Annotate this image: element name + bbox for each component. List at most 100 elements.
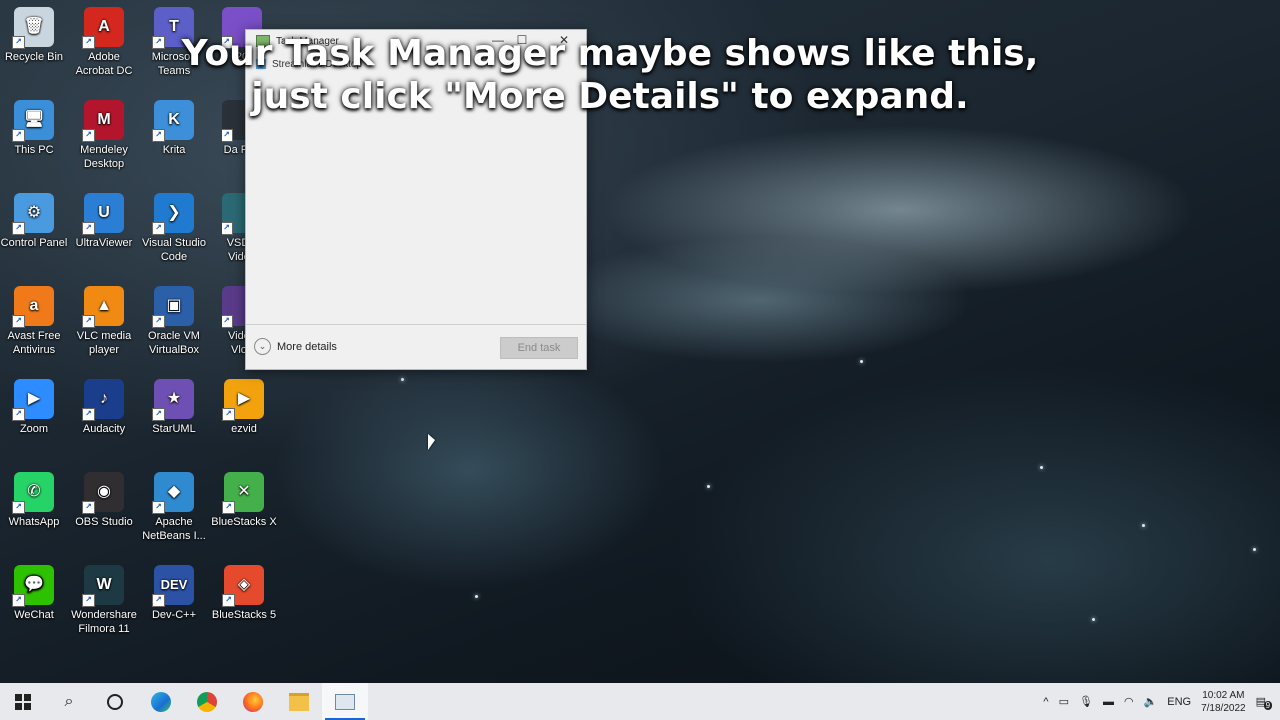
desktop-shortcut[interactable]: ▶ ↗ Zoom (0, 379, 68, 436)
shortcut-arrow-icon: ↗ (222, 501, 235, 514)
shortcut-arrow-icon: ↗ (82, 408, 95, 421)
shortcut-arrow-icon: ↗ (152, 501, 165, 514)
desktop-shortcut-label: UltraViewer (75, 237, 133, 249)
shortcut-arrow-icon: ↗ (82, 129, 95, 142)
shortcut-arrow-icon: ↗ (12, 222, 25, 235)
desktop-shortcut-label: BlueStacks 5 (211, 609, 277, 621)
obs-icon: ◉ ↗ (82, 472, 124, 514)
desktop-shortcut[interactable]: ◈ ↗ BlueStacks 5 (210, 565, 278, 622)
shortcut-arrow-icon: ↗ (82, 594, 95, 607)
virtualbox-icon: ▣ ↗ (152, 286, 194, 328)
chevron-up-icon[interactable]: ^ (1043, 696, 1048, 708)
edge-taskbar-button[interactable] (138, 683, 184, 720)
ezvid-icon: ▶ ↗ (222, 379, 264, 421)
star (401, 378, 404, 381)
desktop-shortcut[interactable]: ★ ↗ StarUML (140, 379, 208, 436)
desktop-shortcut[interactable]: ◆ ↗ Apache NetBeans I... (140, 472, 208, 543)
shortcut-arrow-icon: ↗ (12, 129, 25, 142)
search-button[interactable]: ⌕ (46, 683, 92, 720)
desktop-shortcut-label: Control Panel (0, 237, 68, 249)
desktop-shortcut[interactable]: U ↗ UltraViewer (70, 193, 138, 250)
shortcut-arrow-icon: ↗ (222, 129, 233, 142)
star (1142, 524, 1145, 527)
desktop-shortcut-label: Zoom (19, 423, 49, 435)
desktop-shortcut-label: StarUML (152, 423, 196, 435)
bluestacks-x-icon: ✕ ↗ (222, 472, 264, 514)
desktop-shortcut[interactable]: ♪ ↗ Audacity (70, 379, 138, 436)
shortcut-arrow-icon: ↗ (152, 129, 165, 142)
caption-line-2: just click "More Details" to expand. (251, 76, 969, 117)
devcpp-icon: DEV ↗ (152, 565, 194, 607)
control-panel-icon: ⚙ ↗ (12, 193, 54, 235)
edge-icon (151, 691, 171, 712)
desktop-shortcut-label: WeChat (14, 609, 54, 621)
volume-icon[interactable]: 🔈 (1144, 695, 1158, 708)
zoom-icon: ▶ ↗ (12, 379, 54, 421)
clock-date: 7/18/2022 (1201, 702, 1246, 714)
desktop-shortcut-label: VLC media player (76, 330, 132, 356)
task-view-icon (107, 693, 123, 710)
file-explorer-taskbar-button[interactable] (276, 683, 322, 720)
desktop-shortcut[interactable]: ❯ ↗ Visual Studio Code (140, 193, 208, 264)
desktop-shortcut[interactable]: ▲ ↗ VLC media player (70, 286, 138, 357)
desktop-shortcut[interactable]: DEV ↗ Dev-C++ (140, 565, 208, 622)
wechat-icon: 💬 ↗ (12, 565, 54, 607)
end-task-button[interactable]: End task (500, 337, 578, 359)
system-tray: ^ ▭ 🎙 ▬ ◠ 🔈 ENG 10:02 AM 7/18/2022 ▤ 9 (1043, 683, 1280, 720)
shortcut-arrow-icon: ↗ (152, 594, 165, 607)
desktop-shortcut-label: This PC (14, 144, 54, 156)
chrome-icon (197, 691, 217, 712)
chevron-down-icon: ⌄ (254, 338, 271, 355)
shortcut-arrow-icon: ↗ (12, 594, 25, 607)
shortcut-arrow-icon: ↗ (12, 408, 25, 421)
meet-now-icon[interactable]: ▭ (1059, 695, 1069, 708)
desktop-shortcut[interactable]: 💬 ↗ WeChat (0, 565, 68, 622)
desktop-shortcut[interactable]: a ↗ Avast Free Antivirus (0, 286, 68, 357)
desktop-shortcut-label: WhatsApp (8, 516, 60, 528)
desktop-shortcut[interactable]: ▶ ↗ ezvid (210, 379, 278, 436)
vlc-icon: ▲ ↗ (82, 286, 124, 328)
whatsapp-icon: ✆ ↗ (12, 472, 54, 514)
language-indicator[interactable]: ENG (1167, 696, 1191, 708)
notification-center-button[interactable]: ▤ 9 (1256, 695, 1273, 710)
star (1040, 466, 1043, 469)
more-details-button[interactable]: ⌄ More details (254, 338, 337, 355)
desktop-shortcut-label: BlueStacks X (211, 516, 277, 528)
desktop-shortcut-label: ezvid (231, 423, 257, 435)
desktop-shortcut-label: Audacity (82, 423, 126, 435)
task-manager-taskbar-button[interactable] (322, 683, 368, 720)
shortcut-arrow-icon: ↗ (12, 315, 25, 328)
star (707, 485, 710, 488)
desktop-shortcut[interactable]: ▣ ↗ Oracle VM VirtualBox (140, 286, 208, 357)
clock[interactable]: 10:02 AM 7/18/2022 (1201, 689, 1246, 715)
shortcut-arrow-icon: ↗ (82, 222, 95, 235)
desktop-shortcut[interactable]: W ↗ Wondershare Filmora 11 (70, 565, 138, 636)
microphone-icon[interactable]: 🎙 (1079, 695, 1093, 708)
search-icon: ⌕ (64, 692, 74, 710)
desktop-shortcut-label: Apache NetBeans I... (142, 516, 206, 542)
shortcut-arrow-icon: ↗ (222, 408, 235, 421)
desktop-shortcut-label: OBS Studio (75, 516, 133, 528)
battery-icon[interactable]: ▬ (1103, 696, 1114, 708)
desktop-shortcut-label: Krita (162, 144, 186, 156)
star (1253, 548, 1256, 551)
task-manager-footer: ⌄ More details End task (246, 324, 586, 369)
more-details-label: More details (277, 340, 337, 353)
firefox-icon (243, 691, 263, 712)
netbeans-icon: ◆ ↗ (152, 472, 194, 514)
start-button[interactable] (0, 683, 46, 720)
task-view-button[interactable] (92, 683, 138, 720)
firefox-taskbar-button[interactable] (230, 683, 276, 720)
ultraviewer-icon: U ↗ (82, 193, 124, 235)
desktop-shortcut[interactable]: ✆ ↗ WhatsApp (0, 472, 68, 529)
taskbar: ⌕ ^ ▭ 🎙 ▬ ◠ 🔈 ENG 10:02 AM 7/18/2022 ▤ 9 (0, 683, 1280, 720)
desktop-shortcut[interactable]: ◉ ↗ OBS Studio (70, 472, 138, 529)
desktop-shortcut[interactable]: ✕ ↗ BlueStacks X (210, 472, 278, 529)
caption-line-1: Your Task Manager maybe shows like this, (181, 33, 1039, 74)
chrome-taskbar-button[interactable] (184, 683, 230, 720)
wifi-icon[interactable]: ◠ (1124, 695, 1134, 708)
notification-count: 9 (1263, 701, 1273, 710)
filmora-icon: W ↗ (82, 565, 124, 607)
desktop-shortcut-label: Visual Studio Code (141, 237, 206, 263)
desktop-shortcut[interactable]: ⚙ ↗ Control Panel (0, 193, 68, 250)
